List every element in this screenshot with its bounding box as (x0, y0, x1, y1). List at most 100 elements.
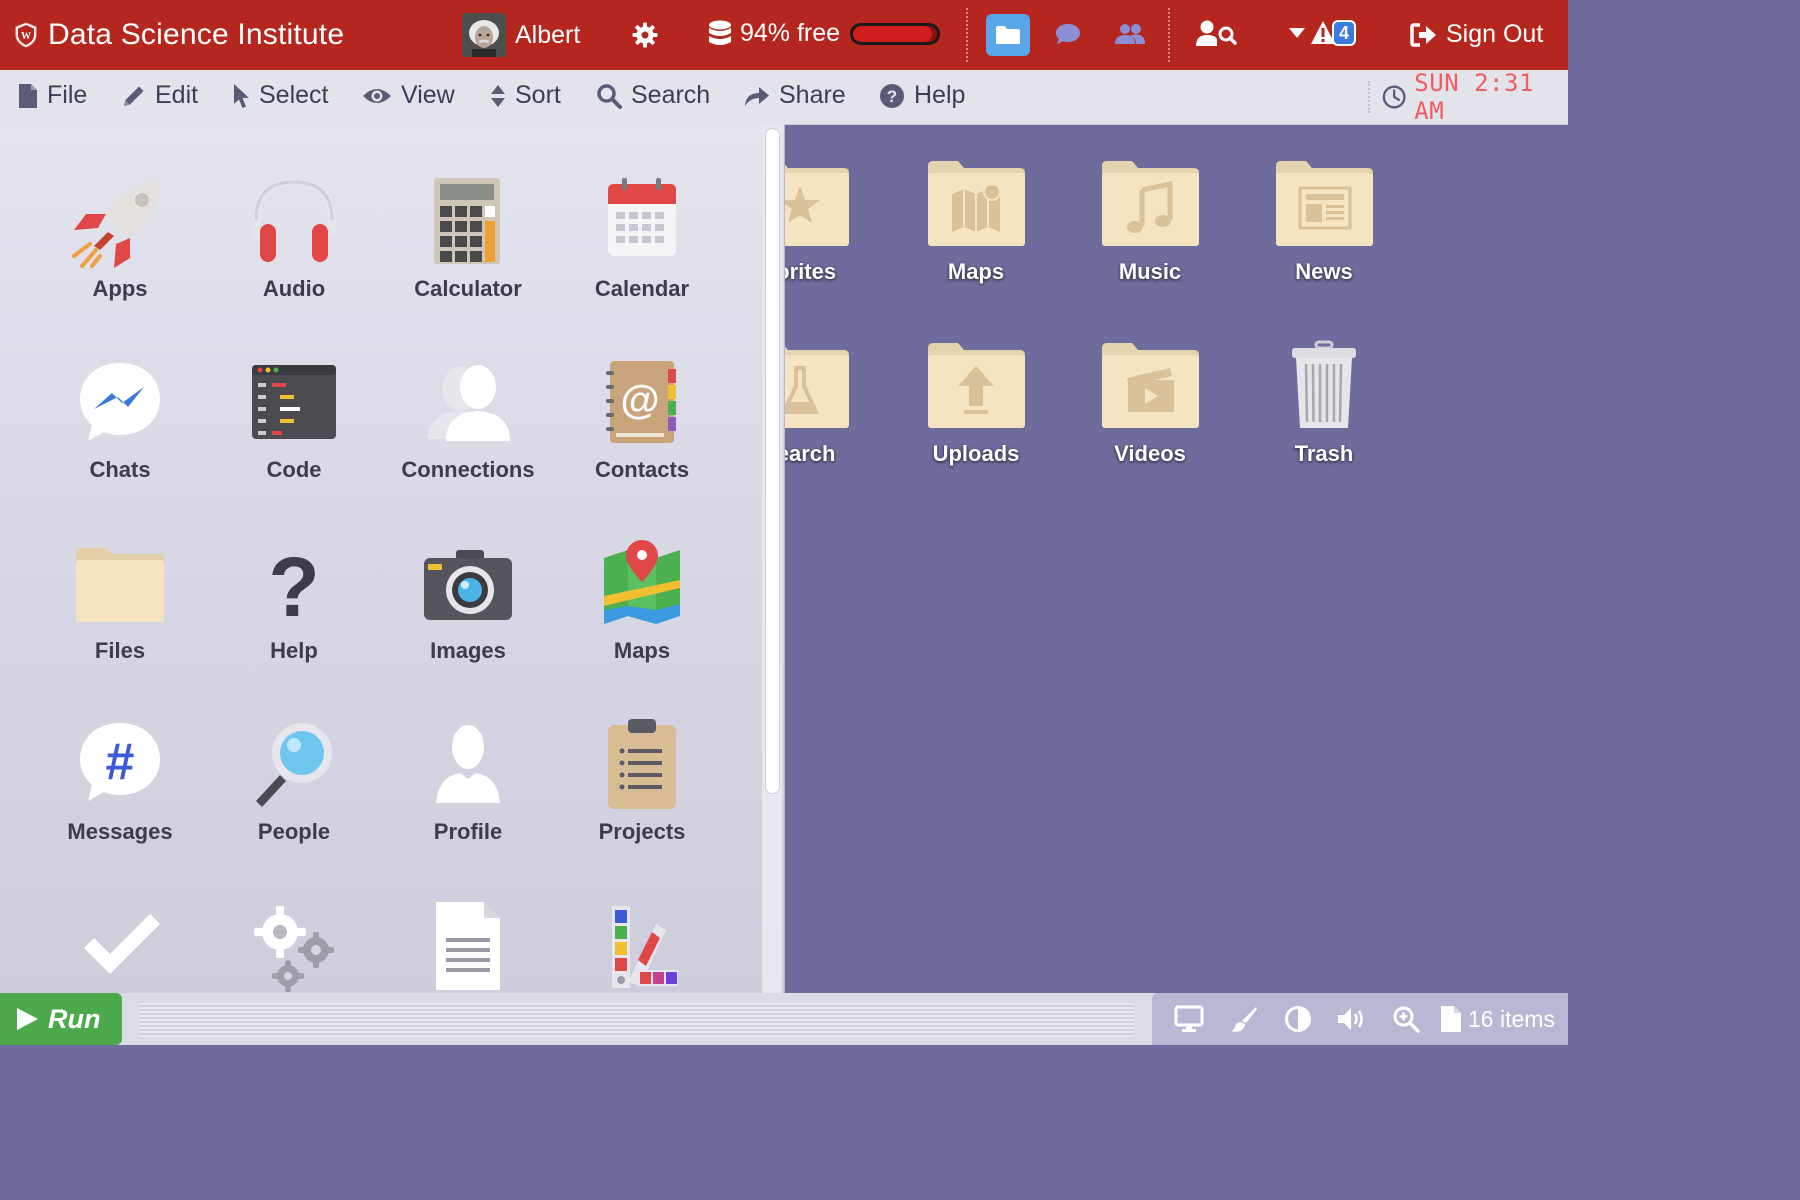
app-profile[interactable]: Profile (381, 715, 555, 845)
menu-search[interactable]: Search (596, 81, 710, 110)
calendar-icon (608, 178, 676, 256)
desktop-icon-label: Maps (947, 259, 1005, 284)
notifications-button[interactable]: 4 (1288, 20, 1357, 46)
database-icon (709, 20, 731, 45)
user-search-icon[interactable] (1196, 20, 1238, 48)
menu-edit[interactable]: Edit (122, 81, 198, 110)
user-name: Albert (515, 20, 581, 49)
avatar (462, 13, 506, 57)
app-help[interactable]: ? Help (207, 534, 381, 664)
storage-indicator[interactable]: 94% free (708, 19, 941, 48)
brand[interactable]: W Data Science Institute (14, 18, 344, 52)
app-connections[interactable]: Connections (381, 353, 555, 483)
desktop-icon-maps[interactable]: Maps (906, 158, 1046, 285)
settings-gear-icon[interactable] (632, 22, 658, 48)
app-label: Apps (92, 276, 148, 301)
desktop-icon-videos[interactable]: Videos (1080, 340, 1220, 467)
app-images[interactable]: Images (381, 534, 555, 664)
menu-share[interactable]: Share (744, 81, 846, 110)
group-users-icon[interactable] (1114, 22, 1146, 46)
menu-view[interactable]: View (362, 81, 455, 110)
desktop-icon-uploads[interactable]: Uploads (906, 340, 1046, 467)
app-files[interactable]: Files (33, 534, 207, 664)
desktop-icon-music[interactable]: Music (1080, 158, 1220, 285)
app-contacts[interactable]: @ Contacts (555, 353, 729, 483)
menu-help[interactable]: ? Help (879, 81, 965, 110)
app-apps[interactable]: Apps (33, 172, 207, 302)
storage-text: 94% free (740, 19, 841, 47)
help-circle-icon: ? (880, 83, 904, 108)
app-people[interactable]: People (207, 715, 381, 845)
app-label: Help (270, 638, 318, 663)
app-label: Audio (262, 276, 326, 301)
question-mark-icon: ? (268, 540, 319, 632)
app-settings[interactable] (207, 896, 381, 993)
desktop-icon-trash[interactable]: Trash (1254, 340, 1394, 467)
app-maps[interactable]: Maps (555, 534, 729, 664)
clipboard-icon (608, 719, 676, 809)
videos-folder-icon (1102, 343, 1199, 428)
app-label: Code (266, 457, 322, 482)
menu-sort[interactable]: Sort (490, 81, 561, 110)
svg-text:@: @ (620, 378, 659, 422)
app-label: Profile (433, 819, 503, 844)
folder-icon (76, 548, 164, 622)
headphones-icon (252, 177, 336, 262)
app-label: Files (94, 638, 146, 663)
storage-bar-fill (853, 25, 933, 42)
menu-label: Search (631, 81, 711, 109)
calculator-icon (434, 178, 500, 264)
share-icon (745, 86, 769, 106)
top-bar: W Data Science Institute Albert 94% free… (0, 0, 1568, 70)
menu-label: Sort (515, 81, 561, 109)
menu-select[interactable]: Select (232, 81, 328, 110)
zoom-in-icon[interactable] (1392, 1005, 1420, 1033)
clock: SUN 2:31 AM (1368, 69, 1568, 125)
app-tasks[interactable] (33, 896, 207, 993)
monitor-icon[interactable] (1174, 1005, 1204, 1033)
volume-icon[interactable] (1336, 1005, 1368, 1033)
sign-out-button[interactable]: Sign Out (1410, 20, 1543, 49)
task-area[interactable] (140, 1003, 1134, 1037)
search-icon (597, 83, 622, 109)
app-projects[interactable]: Projects (555, 715, 729, 845)
app-audio[interactable]: Audio (207, 172, 381, 302)
app-documents[interactable] (381, 896, 555, 993)
settings-icon (254, 906, 334, 992)
app-code[interactable]: Code (207, 353, 381, 483)
hashtag-bubble-icon: # (80, 723, 160, 801)
document-icon (436, 902, 500, 990)
run-button[interactable]: Run (0, 993, 122, 1045)
svg-text:W: W (21, 31, 31, 42)
connections-icon (428, 365, 510, 441)
menu-file[interactable]: File (18, 81, 87, 110)
app-calculator[interactable]: Calculator (381, 172, 555, 302)
app-label: Connections (401, 457, 535, 482)
menu-label: Share (779, 81, 846, 109)
sign-out-icon (1410, 22, 1436, 47)
address-book-icon: @ (606, 361, 676, 443)
app-label: People (257, 819, 331, 844)
music-folder-icon (1102, 161, 1199, 246)
scrollbar-thumb[interactable] (765, 128, 780, 794)
menu-label: Edit (155, 81, 199, 109)
app-calendar[interactable]: Calendar (555, 172, 729, 302)
desktop-icon-news[interactable]: News (1254, 158, 1394, 285)
paintbrush-icon[interactable] (1230, 1005, 1258, 1033)
play-icon (17, 1008, 38, 1030)
menu-label: View (401, 81, 455, 109)
app-label: Messages (67, 819, 173, 844)
app-design[interactable] (555, 896, 729, 993)
app-messages[interactable]: # Messages (33, 715, 207, 845)
chat-bubble-icon[interactable] (1054, 22, 1082, 46)
menu-label: Help (914, 81, 966, 109)
user-menu[interactable]: Albert (462, 13, 580, 57)
folder-icon (996, 26, 1020, 44)
menu-label: File (47, 81, 88, 109)
files-window-button[interactable] (986, 14, 1030, 56)
news-folder-icon (1276, 161, 1373, 246)
run-label: Run (48, 1003, 101, 1034)
app-chats[interactable]: Chats (33, 353, 207, 483)
storage-bar (850, 22, 941, 45)
contrast-icon[interactable] (1284, 1005, 1312, 1033)
